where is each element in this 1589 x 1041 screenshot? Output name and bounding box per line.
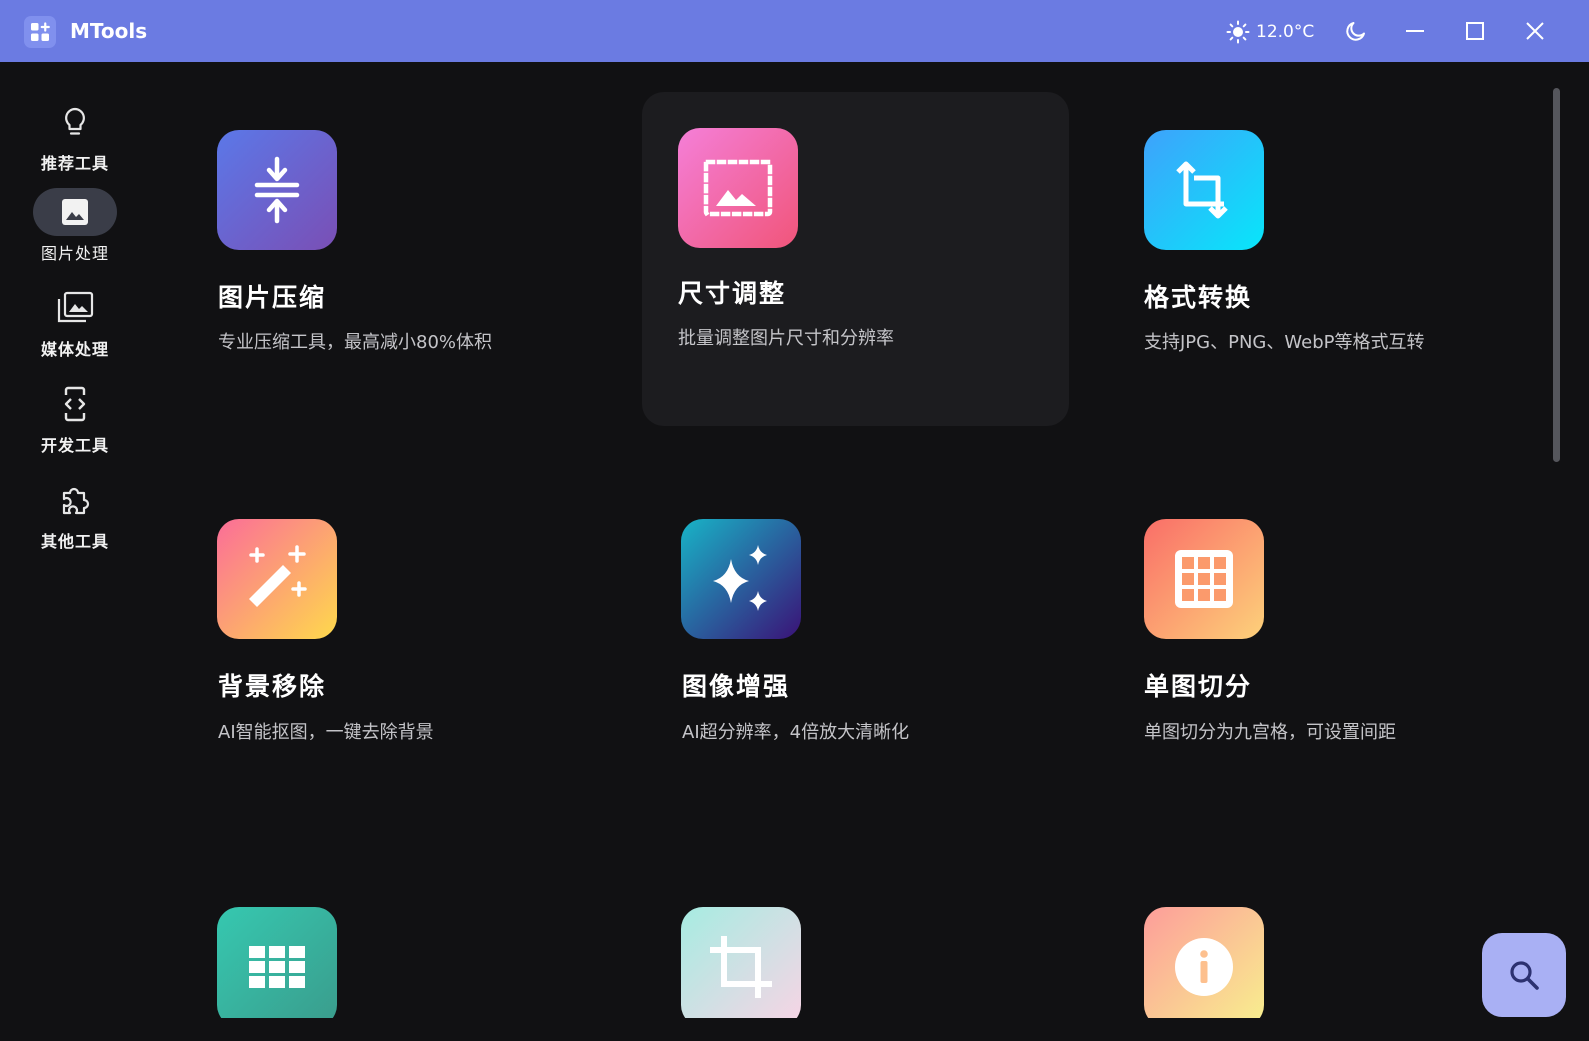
- sidebar-item-image[interactable]: 图片处理: [24, 188, 126, 272]
- vertical-scrollbar[interactable]: [1553, 88, 1560, 462]
- tool-card-compress[interactable]: 图片压缩 专业压缩工具，最高减小80%体积: [178, 94, 608, 424]
- tool-description: AI智能抠图，一键去除背景: [218, 722, 434, 743]
- minimize-button[interactable]: [1400, 16, 1430, 46]
- weather-widget[interactable]: 12.0°C: [1226, 18, 1314, 46]
- title-bar: MTools 12.0°C: [0, 0, 1589, 62]
- tool-description: 批量调整图片尺寸和分辨率: [678, 328, 894, 349]
- crop-rotate-icon: [1144, 130, 1264, 250]
- code-device-icon: [33, 380, 117, 428]
- crop-icon: [681, 907, 801, 1018]
- search-icon: [1510, 961, 1539, 990]
- tool-title: 格式转换: [1144, 283, 1253, 312]
- tool-title: 尺寸调整: [678, 279, 787, 308]
- tool-title: 背景移除: [218, 672, 327, 701]
- sidebar-item-label: 媒体处理: [40, 340, 109, 359]
- compress-icon: [217, 130, 337, 250]
- sparkles-icon: [681, 519, 801, 639]
- tool-description: AI超分辨率，4倍放大清晰化: [682, 722, 910, 743]
- app-title: MTools: [70, 19, 148, 43]
- grid-icon: [1144, 519, 1264, 639]
- tool-card-split[interactable]: 单图切分 单图切分为九宫格，可设置间距: [1104, 480, 1534, 810]
- sidebar-item-media[interactable]: 媒体处理: [24, 284, 126, 368]
- close-button[interactable]: [1520, 16, 1550, 46]
- puzzle-icon: [33, 476, 117, 524]
- temperature-text: 12.0°C: [1256, 22, 1315, 42]
- image-icon: [33, 188, 117, 236]
- maximize-button[interactable]: [1460, 16, 1490, 46]
- photo-library-icon: [33, 284, 117, 332]
- tool-card-bg-remove[interactable]: 背景移除 AI智能抠图，一键去除背景: [178, 480, 608, 810]
- sidebar-item-label: 其他工具: [40, 532, 109, 551]
- tool-card-enhance[interactable]: 图像增强 AI超分辨率，4倍放大清晰化: [642, 480, 1072, 810]
- lightbulb-icon: [33, 98, 117, 146]
- moon-icon: [1346, 22, 1365, 41]
- tool-card-grid-split[interactable]: [178, 868, 608, 1018]
- sidebar-item-other[interactable]: 其他工具: [24, 476, 126, 560]
- tool-title: 图像增强: [682, 672, 791, 701]
- tool-description: 单图切分为九宫格，可设置间距: [1144, 722, 1396, 743]
- minimize-icon: [1406, 30, 1424, 32]
- close-icon: [1526, 22, 1544, 40]
- magic-wand-icon: [217, 519, 337, 639]
- sun-icon: [1226, 20, 1250, 44]
- app-logo-icon: [24, 16, 56, 48]
- theme-toggle-button[interactable]: [1341, 16, 1371, 46]
- grid-split-icon: [217, 907, 337, 1018]
- resize-image-icon: [678, 128, 798, 248]
- sidebar-item-label: 推荐工具: [40, 154, 109, 173]
- sidebar-item-recommended[interactable]: 推荐工具: [24, 98, 126, 182]
- maximize-icon: [1466, 22, 1484, 40]
- tool-card-crop[interactable]: [642, 868, 1072, 1018]
- sidebar: 推荐工具 图片处理 媒体处理 开发工具 其他工具: [0, 62, 150, 1041]
- tool-title: 图片压缩: [218, 283, 327, 312]
- sidebar-item-label: 开发工具: [40, 436, 109, 455]
- tool-description: 支持JPG、PNG、WebP等格式互转: [1144, 332, 1425, 353]
- search-button[interactable]: [1482, 933, 1566, 1017]
- tool-title: 单图切分: [1144, 672, 1253, 701]
- tool-card-resize[interactable]: 尺寸调整 批量调整图片尺寸和分辨率: [642, 92, 1069, 426]
- info-icon: [1144, 907, 1264, 1018]
- sidebar-item-dev[interactable]: 开发工具: [24, 380, 126, 464]
- tool-card-format[interactable]: 格式转换 支持JPG、PNG、WebP等格式互转: [1104, 94, 1534, 424]
- sidebar-item-label: 图片处理: [40, 244, 109, 263]
- tool-card-info[interactable]: [1104, 868, 1534, 1018]
- tool-description: 专业压缩工具，最高减小80%体积: [218, 332, 493, 353]
